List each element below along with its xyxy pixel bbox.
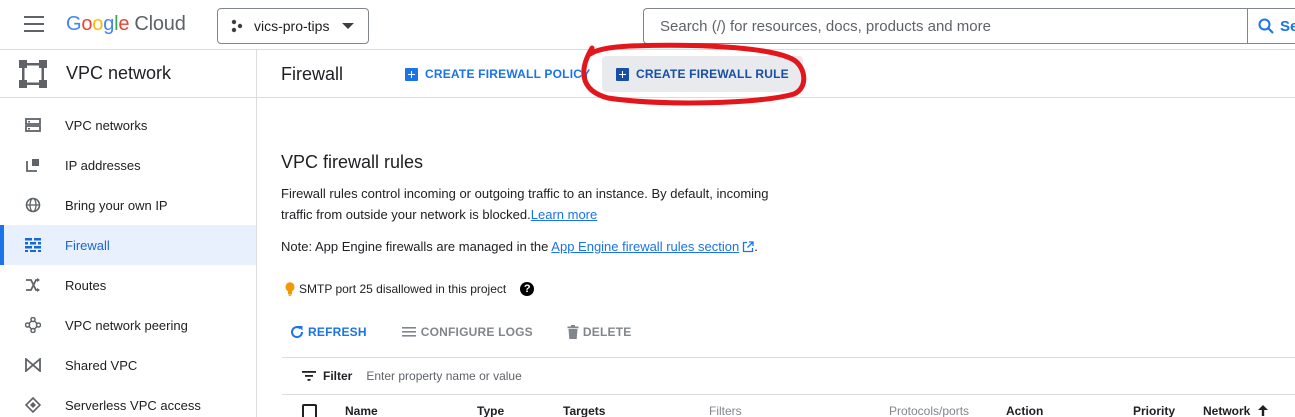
sidebar-item-vpc-peering[interactable]: VPC network peering — [0, 305, 256, 345]
peering-icon — [24, 316, 42, 334]
google-cloud-logo[interactable]: Google Cloud — [66, 13, 186, 36]
create-firewall-policy-button[interactable]: CREATE FIREWALL POLICY — [405, 56, 590, 92]
sidebar-item-routes[interactable]: Routes — [0, 265, 256, 305]
smtp-notice: SMTP port 25 disallowed in this project … — [285, 282, 535, 296]
filter-input[interactable] — [366, 369, 767, 383]
routes-icon — [24, 276, 42, 294]
page-title: Firewall — [281, 64, 344, 84]
sidebar-item-ip-addresses[interactable]: IP addresses — [0, 145, 256, 185]
filter-bar: Filter — [282, 357, 1295, 395]
page-header: Firewall CREATE FIREWALL POLICY CREATE F… — [257, 50, 1295, 98]
top-bar: Google Cloud vics-pro-tips Se — [0, 0, 1295, 50]
search-box — [643, 8, 1295, 44]
sidebar-item-serverless-vpc[interactable]: Serverless VPC access — [0, 385, 256, 417]
serverless-icon — [24, 396, 42, 414]
sidebar-title: VPC network — [66, 63, 172, 83]
list-icon — [401, 327, 416, 337]
open-in-new-icon[interactable] — [742, 241, 754, 253]
vpc-network-product-icon — [19, 59, 47, 88]
search-button[interactable]: Se — [1247, 8, 1295, 44]
sidebar-item-vpc-networks[interactable]: VPC networks — [0, 105, 256, 145]
project-name: vics-pro-tips — [254, 18, 330, 34]
section-description: Firewall rules control incoming or outgo… — [281, 186, 769, 222]
section-title: VPC firewall rules — [281, 152, 424, 172]
column-header-priority[interactable]: Priority — [1133, 404, 1175, 417]
add-box-icon — [405, 67, 418, 81]
sidebar: VPC network VPC networks IP addresses Br… — [0, 50, 257, 417]
shared-vpc-icon — [24, 356, 42, 374]
vpc-networks-icon — [24, 116, 42, 134]
sidebar-item-shared-vpc[interactable]: Shared VPC — [0, 345, 256, 385]
sidebar-nav: VPC networks IP addresses Bring your own… — [0, 98, 256, 417]
filter-icon — [302, 371, 316, 381]
add-box-icon — [616, 67, 629, 81]
select-all-checkbox[interactable] — [302, 404, 317, 417]
refresh-button[interactable]: REFRESH — [290, 325, 367, 339]
column-header-targets[interactable]: Targets — [563, 404, 605, 417]
globe-icon — [24, 196, 42, 214]
refresh-icon — [291, 326, 304, 339]
table-actions: REFRESH CONFIGURE LOGS DELETE — [290, 322, 665, 342]
table-header: Name Type Targets Filters Protocols/port… — [282, 396, 1295, 417]
sort-arrow-up-icon — [1257, 405, 1268, 416]
column-header-type[interactable]: Type — [477, 404, 504, 417]
search-icon — [1258, 18, 1274, 34]
column-header-action[interactable]: Action — [1006, 404, 1043, 417]
help-icon[interactable]: ? — [520, 282, 535, 296]
chevron-down-icon — [342, 23, 354, 29]
create-firewall-rule-button[interactable]: CREATE FIREWALL RULE — [602, 56, 803, 92]
ip-addresses-icon — [24, 156, 42, 174]
project-picker[interactable]: vics-pro-tips — [217, 8, 369, 44]
configure-logs-button[interactable]: CONFIGURE LOGS — [401, 325, 533, 339]
app-engine-firewall-link[interactable]: App Engine firewall rules section — [551, 239, 739, 254]
filter-label: Filter — [323, 369, 353, 383]
column-header-network[interactable]: Network — [1203, 404, 1268, 417]
sidebar-header: VPC network — [0, 50, 256, 98]
sidebar-item-byoip[interactable]: Bring your own IP — [0, 185, 256, 225]
lightbulb-icon — [285, 282, 295, 296]
column-header-name[interactable]: Name — [345, 404, 378, 417]
project-dots-icon — [231, 19, 243, 33]
column-header-protocols-ports: Protocols/ports — [889, 404, 970, 417]
app-engine-note: Note: App Engine firewalls are managed i… — [281, 239, 758, 254]
search-input[interactable] — [644, 9, 1244, 43]
delete-button[interactable]: DELETE — [567, 325, 632, 339]
trash-icon — [567, 325, 579, 339]
firewall-icon — [24, 236, 42, 254]
learn-more-link[interactable]: Learn more — [531, 207, 597, 222]
hamburger-menu-icon[interactable] — [24, 16, 44, 34]
sidebar-item-firewall[interactable]: Firewall — [0, 225, 256, 265]
column-header-filters: Filters — [709, 404, 742, 417]
